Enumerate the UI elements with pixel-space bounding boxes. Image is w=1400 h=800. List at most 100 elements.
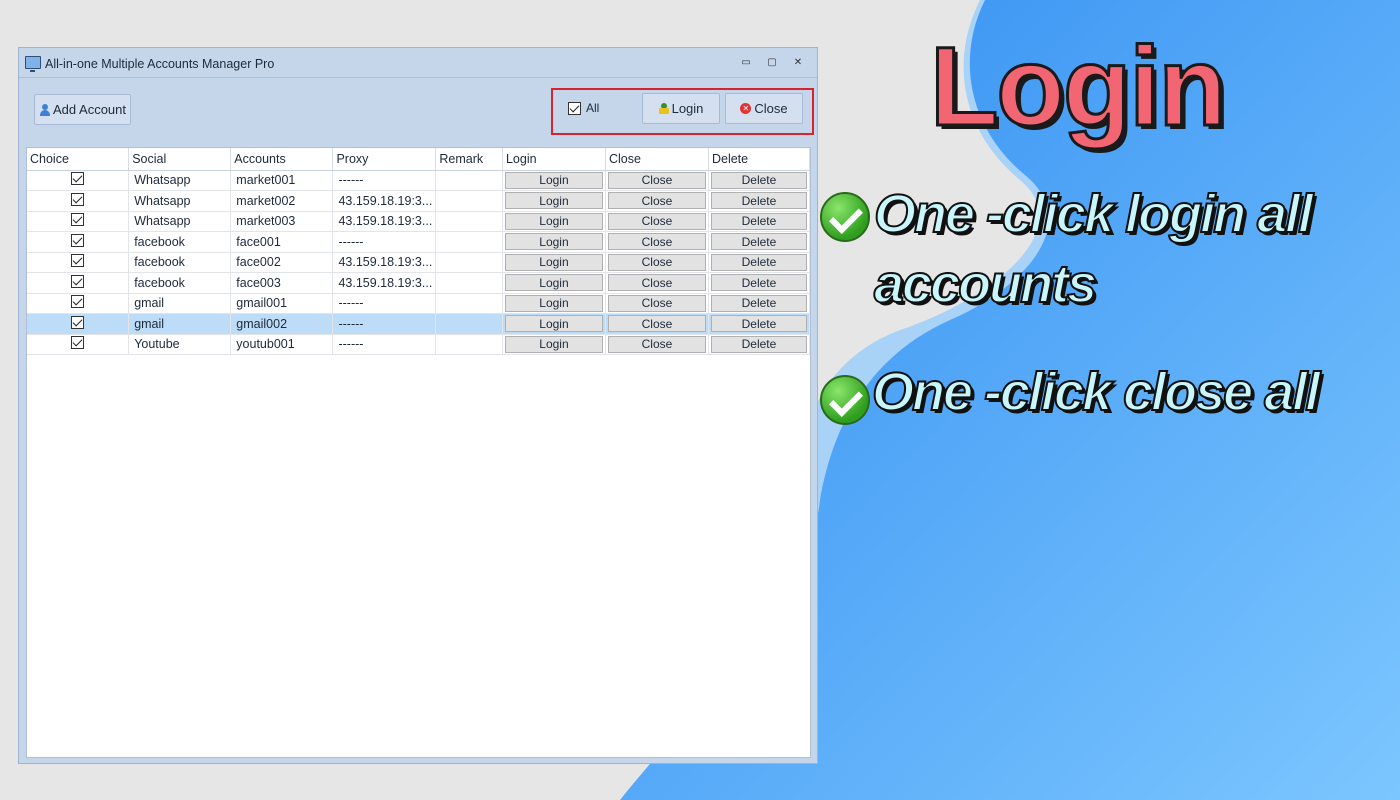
close-cell: Close bbox=[605, 231, 709, 253]
checkbox-checked-icon[interactable] bbox=[71, 172, 85, 186]
row-choice-cell[interactable] bbox=[27, 190, 130, 212]
add-account-button[interactable]: Add Account bbox=[34, 94, 131, 125]
checkbox-checked-icon[interactable] bbox=[71, 336, 85, 350]
row-close-button[interactable]: Close bbox=[607, 294, 706, 312]
column-header-remark[interactable]: Remark bbox=[435, 148, 503, 171]
column-header-proxy[interactable]: Proxy bbox=[332, 148, 437, 171]
row-close-button[interactable]: Close bbox=[607, 315, 706, 333]
close-cell: Close bbox=[605, 211, 709, 232]
table-header: Choice Social Accounts Proxy Remark Login Clos… bbox=[27, 148, 811, 171]
row-delete-button[interactable]: Delete bbox=[710, 335, 807, 353]
row-close-button[interactable]: Close bbox=[607, 192, 706, 210]
minimize-icon[interactable]: ▭ bbox=[739, 56, 753, 70]
table-row[interactable]: gmail gmail002 ------ Login Close Delete bbox=[27, 313, 811, 335]
row-login-button[interactable]: Login bbox=[504, 253, 603, 271]
proxy-cell: 43.159.18.19:3... bbox=[332, 252, 437, 273]
green-check-icon bbox=[820, 192, 870, 242]
row-delete-button[interactable]: Delete bbox=[710, 171, 807, 189]
row-choice-cell[interactable] bbox=[27, 334, 130, 355]
add-account-label: Add Account bbox=[53, 102, 126, 117]
row-choice-cell[interactable] bbox=[27, 211, 130, 232]
row-login-button[interactable]: Login bbox=[504, 233, 603, 251]
row-login-button[interactable]: Login bbox=[504, 212, 603, 230]
table-row[interactable]: Whatsapp market003 43.159.18.19:3... Login C… bbox=[27, 211, 811, 232]
social-cell: Whatsapp bbox=[128, 211, 232, 232]
row-close-button[interactable]: Close bbox=[607, 253, 706, 271]
row-close-button[interactable]: Close bbox=[607, 212, 706, 230]
table-row[interactable]: facebook face001 ------ Login Close Delete bbox=[27, 231, 811, 253]
row-delete-button[interactable]: Delete bbox=[710, 192, 807, 210]
row-choice-cell[interactable] bbox=[27, 252, 130, 273]
row-choice-cell[interactable] bbox=[27, 170, 130, 191]
select-all-checkbox[interactable]: All bbox=[568, 101, 599, 115]
row-choice-cell[interactable] bbox=[27, 272, 130, 294]
account-cell: gmail002 bbox=[230, 313, 334, 335]
remark-cell bbox=[435, 252, 503, 273]
table-row[interactable]: Youtube youtub001 ------ Login Close Delete bbox=[27, 334, 811, 355]
title-bar: All-in-one Multiple Accounts Manager Pro… bbox=[19, 48, 817, 78]
account-cell: market003 bbox=[230, 211, 334, 232]
row-login-button[interactable]: Login bbox=[504, 171, 603, 189]
row-delete-button[interactable]: Delete bbox=[710, 253, 807, 271]
checkbox-checked-icon[interactable] bbox=[71, 233, 85, 247]
login-all-button[interactable]: Login bbox=[642, 93, 720, 124]
row-close-button[interactable]: Close bbox=[607, 274, 706, 292]
row-delete-button[interactable]: Delete bbox=[710, 212, 807, 230]
checkbox-checked-icon[interactable] bbox=[71, 192, 85, 206]
social-cell: gmail bbox=[128, 313, 232, 335]
login-cell: Login bbox=[502, 272, 606, 294]
table-row[interactable]: gmail gmail001 ------ Login Close Delete bbox=[27, 293, 811, 314]
table-row[interactable]: facebook face003 43.159.18.19:3... Login Clo… bbox=[27, 272, 811, 294]
close-all-button[interactable]: ✕ Close bbox=[725, 93, 803, 124]
monitor-icon bbox=[25, 56, 41, 72]
account-cell: face001 bbox=[230, 231, 334, 253]
delete-cell: Delete bbox=[708, 334, 811, 355]
column-header-accounts[interactable]: Accounts bbox=[230, 148, 334, 171]
row-choice-cell[interactable] bbox=[27, 293, 130, 314]
column-header-social[interactable]: Social bbox=[128, 148, 232, 171]
column-header-close[interactable]: Close bbox=[605, 148, 709, 171]
checkbox-checked-icon[interactable] bbox=[71, 295, 85, 309]
green-check-icon bbox=[820, 375, 870, 425]
proxy-cell: 43.159.18.19:3... bbox=[332, 190, 437, 212]
row-login-button[interactable]: Login bbox=[504, 335, 603, 353]
checkbox-checked-icon[interactable] bbox=[71, 254, 85, 268]
table-row[interactable]: Whatsapp market001 ------ Login Close Delete bbox=[27, 170, 811, 191]
close-all-label: Close bbox=[754, 101, 788, 116]
close-icon: ✕ bbox=[740, 103, 752, 114]
proxy-cell: ------ bbox=[332, 334, 437, 355]
checkbox-checked-icon[interactable] bbox=[71, 274, 85, 288]
accounts-grid: Choice Social Accounts Proxy Remark Login Clos… bbox=[26, 147, 811, 758]
column-header-delete[interactable]: Delete bbox=[708, 148, 811, 171]
column-header-choice[interactable]: Choice bbox=[27, 148, 130, 171]
social-cell: gmail bbox=[128, 293, 232, 314]
close-cell: Close bbox=[605, 334, 709, 355]
table-row[interactable]: Whatsapp market002 43.159.18.19:3... Login C… bbox=[27, 190, 811, 212]
row-close-button[interactable]: Close bbox=[607, 335, 706, 353]
table-row[interactable]: facebook face002 43.159.18.19:3... Login Clo… bbox=[27, 252, 811, 273]
maximize-icon[interactable]: ▢ bbox=[765, 56, 779, 70]
column-header-login[interactable]: Login bbox=[502, 148, 606, 171]
row-delete-button[interactable]: Delete bbox=[710, 294, 807, 312]
checkbox-checked-icon[interactable] bbox=[71, 315, 85, 329]
row-delete-button[interactable]: Delete bbox=[710, 315, 807, 333]
row-close-button[interactable]: Close bbox=[607, 233, 706, 251]
account-cell: gmail001 bbox=[230, 293, 334, 314]
account-cell: market002 bbox=[230, 190, 334, 212]
close-window-icon[interactable]: ✕ bbox=[791, 56, 805, 70]
select-all-label: All bbox=[586, 101, 600, 115]
app-window: All-in-one Multiple Accounts Manager Pro… bbox=[18, 47, 818, 764]
account-cell: face002 bbox=[230, 252, 334, 273]
row-choice-cell[interactable] bbox=[27, 313, 130, 335]
row-login-button[interactable]: Login bbox=[504, 294, 603, 312]
row-delete-button[interactable]: Delete bbox=[710, 274, 807, 292]
row-login-button[interactable]: Login bbox=[504, 274, 603, 292]
row-close-button[interactable]: Close bbox=[607, 171, 706, 189]
row-login-button[interactable]: Login bbox=[504, 192, 603, 210]
row-delete-button[interactable]: Delete bbox=[710, 233, 807, 251]
delete-cell: Delete bbox=[708, 313, 811, 335]
checkbox-checked-icon[interactable] bbox=[71, 213, 85, 227]
remark-cell bbox=[435, 313, 503, 335]
row-login-button[interactable]: Login bbox=[504, 315, 603, 333]
row-choice-cell[interactable] bbox=[27, 231, 130, 253]
